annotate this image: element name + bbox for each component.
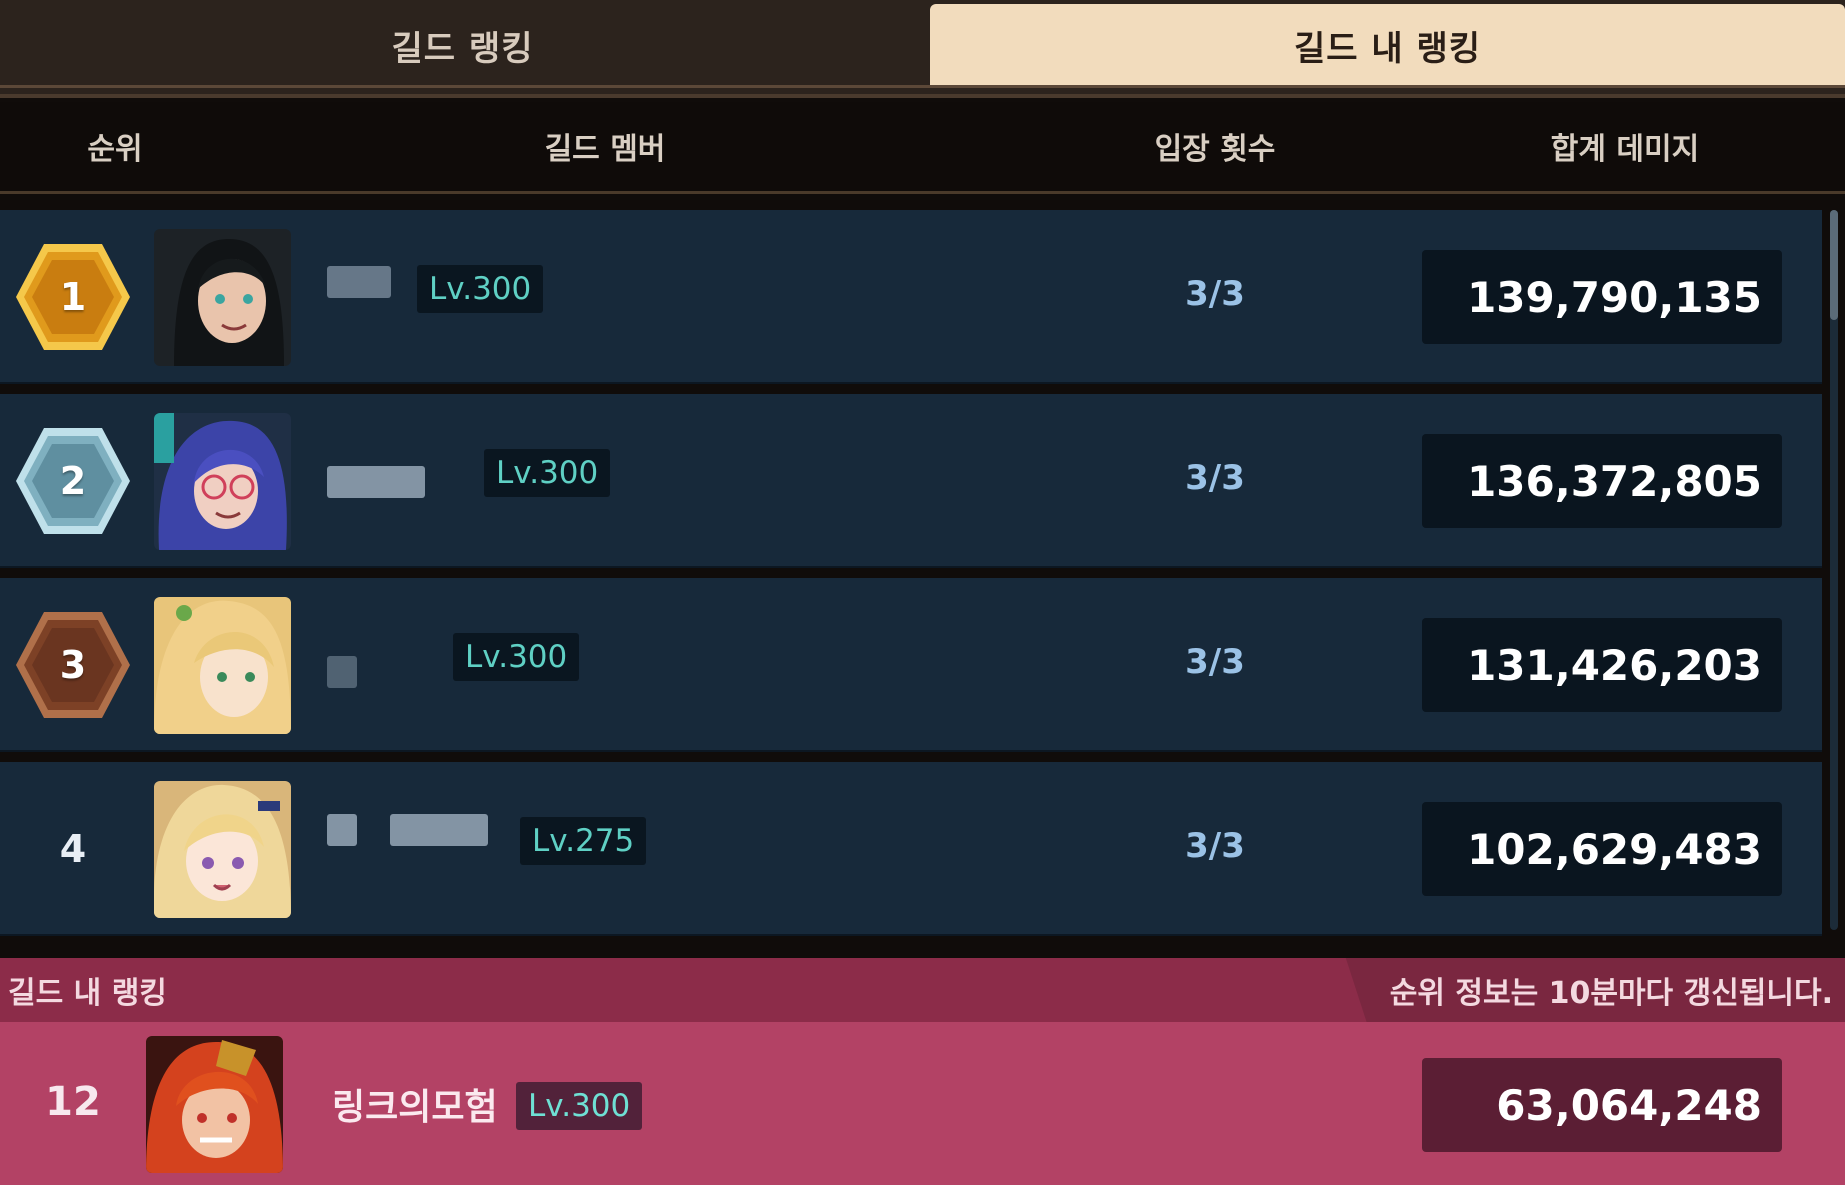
level-badge: Lv.275: [520, 817, 647, 865]
header-member: 길드 멤버: [544, 132, 666, 167]
rank-number: 3: [59, 643, 87, 687]
tab-in-guild-ranking[interactable]: 길드 내 랭킹: [930, 4, 1845, 86]
entry-count: 3/3: [1185, 642, 1245, 682]
my-ranking-title: 길드 내 랭킹: [8, 976, 167, 1011]
scrollbar[interactable]: [1830, 210, 1838, 930]
total-damage: 136,372,805: [1422, 434, 1782, 528]
redacted-name: [327, 656, 357, 688]
level-badge: Lv.300: [453, 633, 580, 681]
avatar[interactable]: [154, 413, 291, 550]
total-damage: 139,790,135: [1422, 250, 1782, 344]
redacted-name: [390, 814, 488, 846]
table-header: 순위 길드 멤버 입장 횟수 합계 데미지: [0, 102, 1845, 194]
level-badge: Lv.300: [417, 265, 544, 313]
total-damage: 131,426,203: [1422, 618, 1782, 712]
total-damage: 102,629,483: [1422, 802, 1782, 896]
table-row[interactable]: 3 Lv.300 3/3 131,426,203: [0, 578, 1822, 752]
rank-number: 2: [59, 459, 87, 503]
tab-guild-ranking[interactable]: 길드 랭킹: [0, 4, 925, 86]
my-name: 링크의모험: [332, 1087, 498, 1128]
entry-count: 3/3: [1185, 458, 1245, 498]
tab-bar: 길드 랭킹 길드 내 랭킹: [0, 0, 1845, 98]
entry-count: 3/3: [1185, 826, 1245, 866]
table-row[interactable]: 2 Lv.300 3/3 136,372,805: [0, 394, 1822, 568]
redacted-name: [327, 814, 357, 846]
my-avatar[interactable]: [146, 1036, 283, 1173]
header-rank: 순위: [87, 132, 143, 167]
bronze-medal-icon: 3: [14, 606, 132, 724]
level-badge: Lv.300: [484, 449, 611, 497]
avatar[interactable]: [154, 781, 291, 918]
table-row[interactable]: 4 Lv.275 3/3 102,629,483: [0, 762, 1822, 936]
my-rank-number: 12: [45, 1079, 101, 1125]
avatar[interactable]: [154, 229, 291, 366]
scrollbar-thumb[interactable]: [1830, 210, 1838, 320]
tab-divider: [0, 85, 1845, 88]
entry-count: 3/3: [1185, 274, 1245, 314]
gold-medal-icon: 1: [14, 238, 132, 356]
redacted-name: [327, 266, 391, 298]
my-ranking-panel: 길드 내 랭킹 순위 정보는 10분마다 갱신됩니다. 12 링크의모험 Lv.…: [0, 958, 1845, 1185]
rank-number: 1: [59, 275, 87, 319]
header-entries: 입장 횟수: [1154, 132, 1276, 167]
rank-number: 4: [59, 827, 87, 871]
header-damage: 합계 데미지: [1550, 132, 1700, 167]
avatar[interactable]: [154, 597, 291, 734]
silver-medal-icon: 2: [14, 422, 132, 540]
table-row[interactable]: 1 Lv.300 3/3 139,790,135: [0, 210, 1822, 384]
redacted-name: [327, 466, 425, 498]
my-level-badge: Lv.300: [516, 1082, 643, 1130]
refresh-notice: 순위 정보는 10분마다 갱신됩니다.: [1345, 958, 1845, 1022]
my-total-damage: 63,064,248: [1422, 1058, 1782, 1152]
